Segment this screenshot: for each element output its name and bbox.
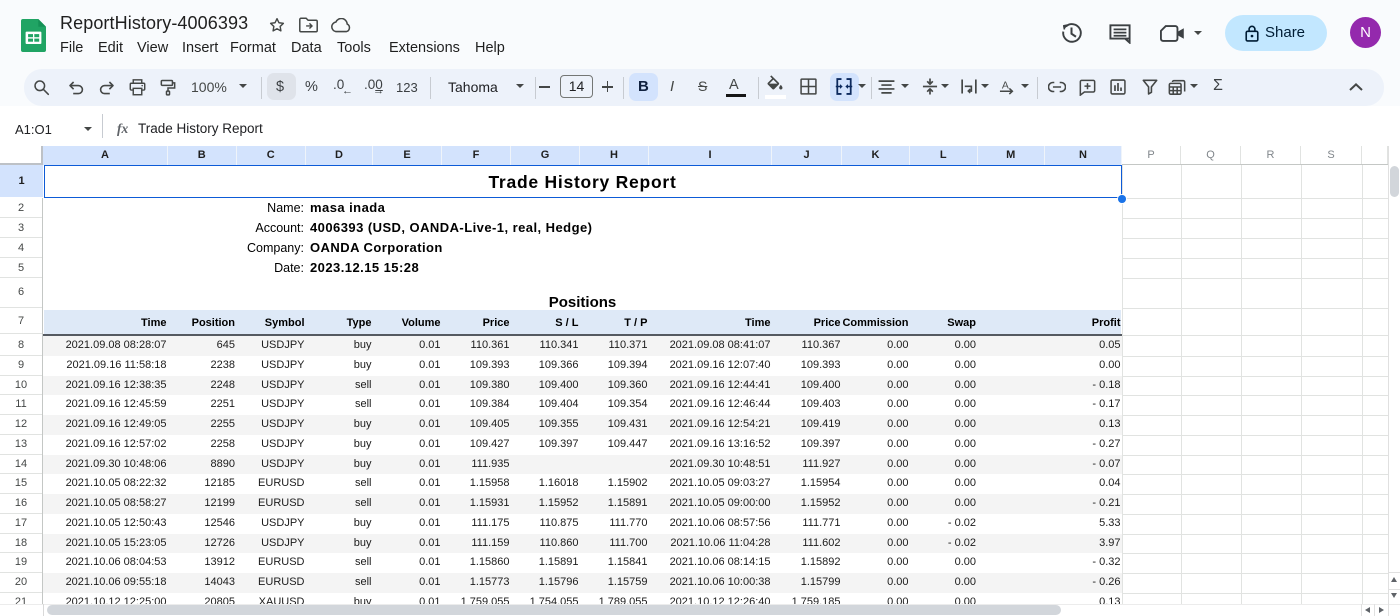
svg-text:A: A (1002, 80, 1009, 91)
